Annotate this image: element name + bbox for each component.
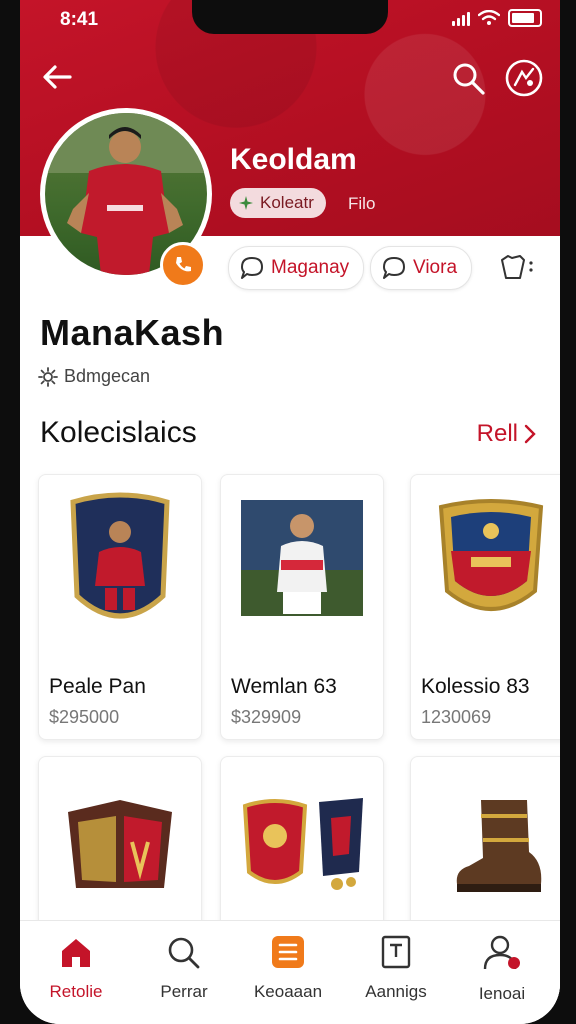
chat-bubble-icon [241,257,263,279]
collections-title: Kolecislaics [40,416,197,449]
team-badge-button[interactable] [504,58,544,103]
team-emblem-icon [505,59,543,97]
see-all-link[interactable]: Rell [477,420,538,448]
signal-icon [452,10,470,26]
view-button-label: Viora [413,257,458,278]
card-image [39,475,201,655]
profile-subtitle: Bdmgecan [38,366,150,387]
tab-search[interactable]: Perrar [134,935,234,1002]
status-time: 8:41 [60,9,99,30]
collection-card[interactable]: Peale Pan $295000 [38,474,202,740]
player-photo-card-icon [241,500,363,616]
tab-documents[interactable]: Aannigs [346,935,446,1002]
card-price: 1230069 [421,707,492,727]
bag-icon [501,255,533,279]
search-icon [453,63,485,95]
gear-icon [38,366,58,387]
player-shield-card-icon [70,492,170,619]
search-icon [168,937,200,969]
card-price: $329909 [231,707,302,727]
call-badge[interactable] [160,242,206,288]
document-icon [381,935,411,969]
search-button[interactable] [450,60,486,101]
list-icon [272,936,304,968]
card-image [411,757,560,937]
collection-card[interactable]: Wemlan 63 $329909 [220,474,384,740]
card-price: $295000 [49,707,120,727]
profile-title: ManaKash [40,312,225,353]
chevron-right-icon [524,424,536,444]
back-arrow-icon [43,65,72,89]
tab-profile-label: Ienoai [478,984,526,1003]
battery-icon [508,9,542,27]
role-tag-label: Koleatr [260,193,314,212]
view-button[interactable]: Viora [370,246,473,290]
tab-search-label: Perrar [160,982,208,1001]
home-icon [62,939,90,967]
scarf-and-shield-icon [242,798,363,890]
tab-home[interactable]: Retolie [26,935,126,1002]
card-image [39,757,201,937]
boot-icon [456,800,542,892]
card-image [221,757,383,937]
camera-notch [192,0,388,34]
role-tag[interactable]: Koleatr [230,188,326,218]
bottom-tab-bar: Retolie Perrar Keoaaan Aannigs Ienoai [20,920,560,1024]
tab-documents-label: Aannigs [365,982,427,1001]
tab-collection[interactable]: Keoaaan [238,935,338,1002]
phone-icon [176,257,191,272]
chat-bubble-icon [383,257,405,279]
profile-icon [483,935,520,970]
card-title: Wemlan 63 [231,675,337,698]
tab-profile[interactable]: Ienoai [452,935,552,1004]
wifi-icon [478,10,500,25]
card-image [221,475,383,655]
message-button-label: Maganay [271,257,350,278]
profile-subtitle-text: Bdmgecan [64,366,151,386]
crest-badge-icon [438,499,544,611]
tab-collection-label: Keoaaan [253,982,323,1001]
card-title: Kolessio 83 [421,675,530,698]
phone-frame: 8:41 Keoldam Koleatr Filo Maganay Viora … [0,0,576,1024]
profile-display-name: Keoldam [230,143,357,176]
status-icons [452,9,542,27]
tag-extra-label: Filo [348,194,376,213]
message-button[interactable]: Maganay [228,246,365,290]
see-all-label: Rell [476,420,518,447]
sparkle-icon [239,196,253,210]
tab-home-label: Retolie [49,982,103,1001]
card-image [411,475,560,655]
more-button[interactable] [498,252,538,287]
chest-icon [68,800,172,888]
card-title: Peale Pan [49,675,146,698]
collection-card[interactable]: Kolessio 83 1230069 [410,474,560,740]
app-screen: 8:41 Keoldam Koleatr Filo Maganay Viora … [20,0,560,1024]
back-button[interactable] [40,60,74,99]
